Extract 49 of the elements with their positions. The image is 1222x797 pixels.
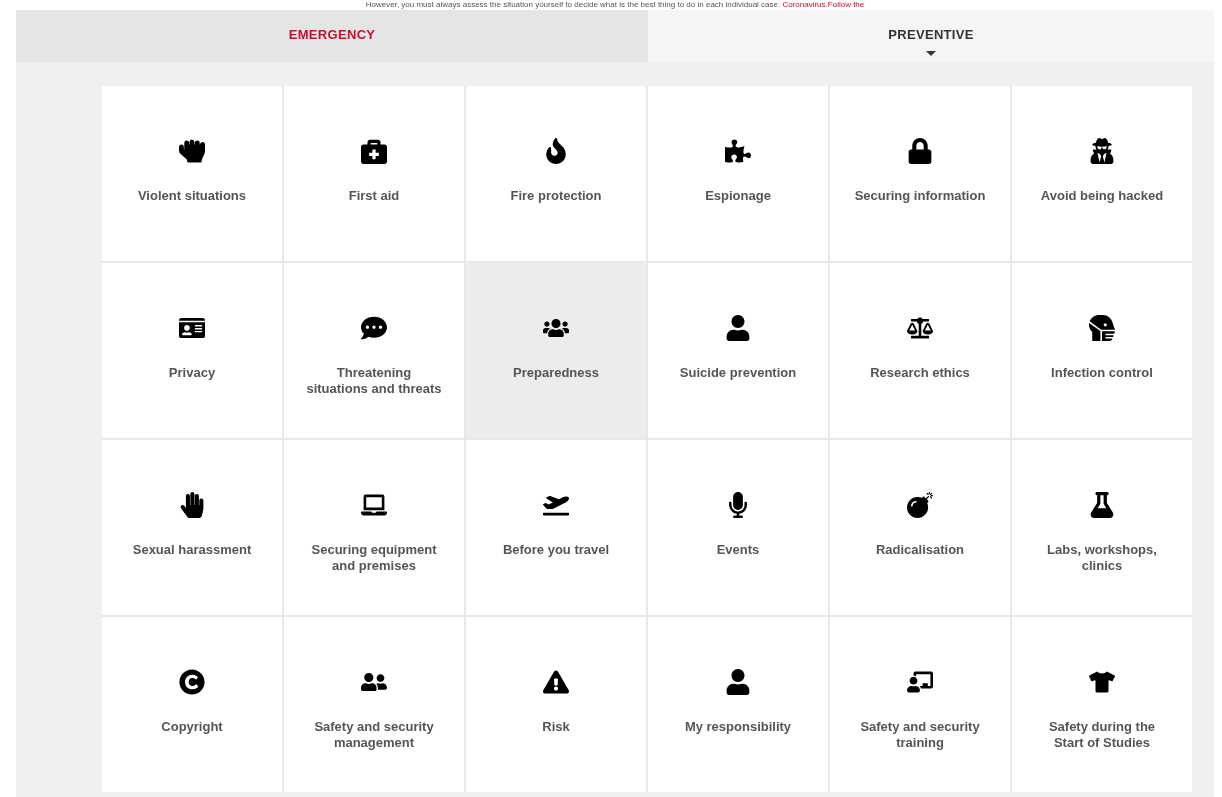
topic-tile[interactable]: Safety and security management bbox=[284, 617, 464, 792]
first-aid-kit-icon bbox=[361, 138, 387, 164]
topic-tile[interactable]: Labs, workshops, clinics bbox=[1012, 440, 1192, 615]
laptop-icon bbox=[361, 492, 387, 518]
speech-bubble-icon bbox=[361, 315, 387, 341]
puzzle-piece-icon bbox=[725, 138, 751, 164]
masked-person-icon bbox=[1089, 315, 1115, 341]
topic-tile[interactable]: Securing information bbox=[830, 86, 1010, 261]
topic-tile[interactable]: Fire protection bbox=[466, 86, 646, 261]
topic-tile[interactable]: My responsibility bbox=[648, 617, 828, 792]
lock-icon bbox=[907, 138, 933, 164]
topic-tile[interactable]: Sexual harassment bbox=[102, 440, 282, 615]
tab[interactable]: EMERGENCY bbox=[16, 10, 648, 62]
copyright-icon bbox=[179, 669, 205, 695]
fist-icon bbox=[179, 138, 205, 164]
hand-icon bbox=[179, 492, 205, 518]
masked-figure-icon bbox=[1089, 138, 1115, 164]
topic-tile[interactable]: Infection control bbox=[1012, 263, 1192, 438]
bomb-icon bbox=[907, 492, 933, 518]
topic-tile[interactable]: Violent situations bbox=[102, 86, 282, 261]
topic-tile[interactable]: Safety during the Start of Studies bbox=[1012, 617, 1192, 792]
topic-tile[interactable]: Copyright bbox=[102, 617, 282, 792]
t-shirt-icon bbox=[1089, 669, 1115, 695]
person-icon bbox=[725, 669, 751, 695]
topic-tile[interactable]: Espionage bbox=[648, 86, 828, 261]
topic-tile[interactable]: Events bbox=[648, 440, 828, 615]
teacher-at-board-icon bbox=[907, 669, 933, 695]
topic-tile[interactable]: Before you travel bbox=[466, 440, 646, 615]
topic-tile[interactable]: First aid bbox=[284, 86, 464, 261]
warning-triangle-icon bbox=[543, 669, 569, 695]
topic-tile[interactable]: Risk bbox=[466, 617, 646, 792]
topic-tile[interactable]: Privacy bbox=[102, 263, 282, 438]
topic-tile[interactable]: Avoid being hacked bbox=[1012, 86, 1192, 261]
topic-tile[interactable]: Research ethics bbox=[830, 263, 1010, 438]
notice-text: However, you must always assess the situation yourself to decide what is the best thing to do in each individual case. Coronavirus.Follow the bbox=[365, 0, 865, 10]
caret-icon bbox=[926, 50, 936, 56]
topic-tile[interactable]: Safety and security training bbox=[830, 617, 1010, 792]
topic-tile[interactable]: Suicide prevention bbox=[648, 263, 828, 438]
coronavirus-link[interactable]: Coronavirus.Follow the bbox=[782, 0, 865, 9]
topic-tile[interactable]: Preparedness bbox=[466, 263, 646, 438]
person-icon bbox=[725, 315, 751, 341]
topic-tile[interactable]: Securing equipment and premises bbox=[284, 440, 464, 615]
topic-tile[interactable]: Radicalisation bbox=[830, 440, 1010, 615]
tab[interactable]: PREVENTIVE bbox=[648, 10, 1214, 62]
flask-icon bbox=[1089, 492, 1115, 518]
flame-icon bbox=[543, 138, 569, 164]
scales-icon bbox=[907, 315, 933, 341]
topic-tile[interactable]: Threatening situations and threats bbox=[284, 263, 464, 438]
id-card-icon bbox=[179, 315, 205, 341]
